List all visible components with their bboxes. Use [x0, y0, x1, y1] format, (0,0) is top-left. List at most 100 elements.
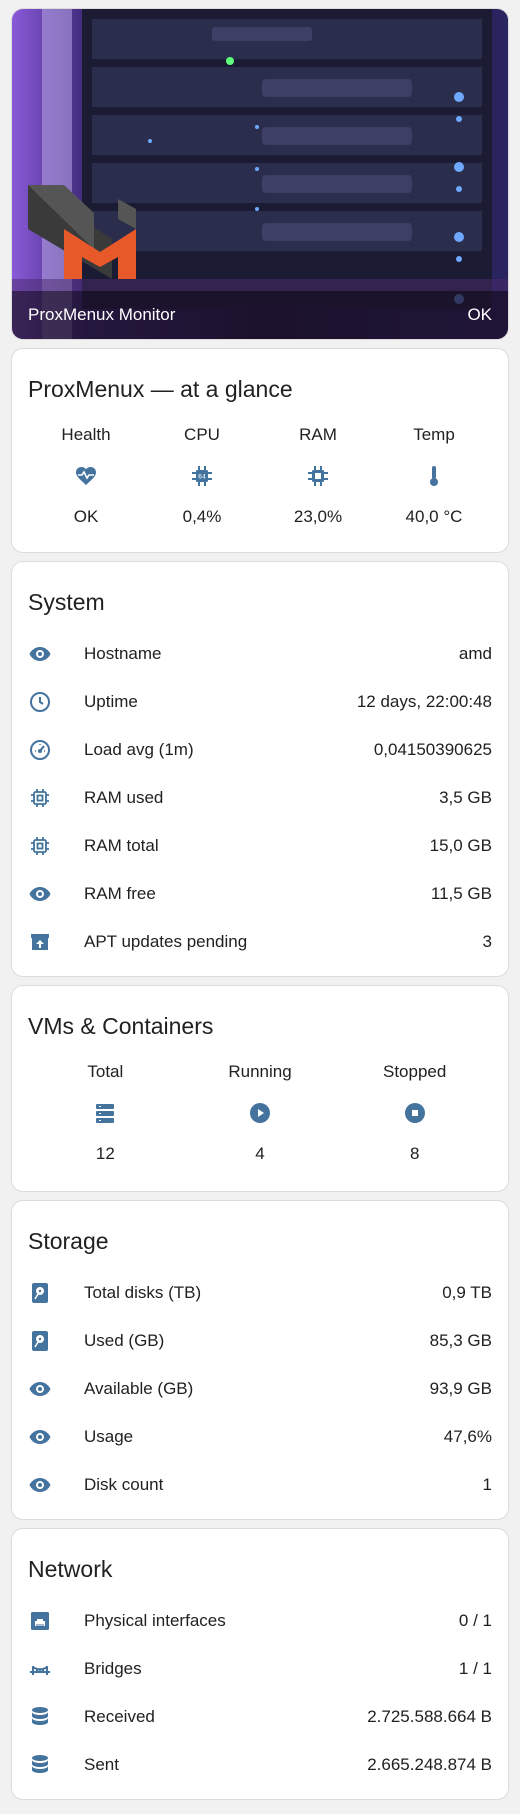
row-value: amd — [458, 644, 492, 663]
row-value: 15,0 GB — [429, 836, 492, 855]
hero-card[interactable]: ProxMenux Monitor OK — [11, 8, 509, 340]
row-label: APT updates pending — [84, 932, 248, 951]
glance-label: Temp — [413, 425, 455, 444]
row-label: Uptime — [84, 692, 138, 711]
row-physical-interfaces[interactable]: Physical interfaces 0 / 1 — [12, 1597, 508, 1645]
row-load-avg[interactable]: Load avg (1m) 0,04150390625 — [12, 726, 508, 774]
vm-running[interactable]: Running 4 — [183, 1060, 338, 1166]
vm-label: Total — [87, 1062, 124, 1081]
gauge-icon — [28, 738, 52, 762]
row-label: Disk count — [84, 1475, 164, 1494]
row-value: 12 days, 22:00:48 — [356, 692, 492, 711]
vm-stopped[interactable]: Stopped 8 — [337, 1060, 492, 1166]
row-hostname[interactable]: Hostname amd — [12, 630, 508, 678]
row-label: RAM used — [84, 788, 164, 807]
row-value: 0,9 TB — [442, 1283, 492, 1302]
card-title: Network — [28, 1556, 113, 1582]
thermometer-icon — [376, 447, 492, 505]
glance-temp[interactable]: Temp 40,0 °C — [376, 423, 492, 529]
clock-icon — [28, 690, 52, 714]
row-label: Sent — [84, 1755, 119, 1774]
database-icon — [28, 1753, 52, 1777]
row-ram-free[interactable]: RAM free 11,5 GB — [12, 870, 508, 918]
row-label: Hostname — [84, 644, 162, 663]
harddisk-icon — [28, 1329, 52, 1353]
row-label: Physical interfaces — [84, 1611, 226, 1630]
card-title: System — [28, 589, 105, 615]
row-value: 2.665.248.874 B — [367, 1755, 492, 1774]
storage-card: Storage Total disks (TB) 0,9 TB Used (GB… — [11, 1200, 509, 1520]
svg-text:64: 64 — [198, 474, 206, 481]
row-apt-updates[interactable]: APT updates pending 3 — [12, 918, 508, 966]
row-label: Bridges — [84, 1659, 142, 1678]
glance-cpu[interactable]: CPU 64 0,4% — [144, 423, 260, 529]
system-card: System Hostname amd Uptime 12 days, 22:0… — [11, 561, 509, 977]
cpu-chip-icon: 64 — [144, 447, 260, 505]
row-value: 3 — [482, 932, 492, 951]
heart-pulse-icon — [28, 447, 144, 505]
row-ram-total[interactable]: RAM total 15,0 GB — [12, 822, 508, 870]
card-title: VMs & Containers — [28, 1013, 214, 1039]
memory-chip-icon — [260, 447, 376, 505]
row-sent[interactable]: Sent 2.665.248.874 B — [12, 1741, 508, 1789]
package-up-icon — [28, 930, 52, 954]
row-used[interactable]: Used (GB) 85,3 GB — [12, 1317, 508, 1365]
vm-total[interactable]: Total 12 — [28, 1060, 183, 1166]
eye-icon — [28, 642, 52, 666]
glance-value: 23,0% — [293, 507, 343, 526]
row-available[interactable]: Available (GB) 93,9 GB — [12, 1365, 508, 1413]
chip-icon — [28, 786, 52, 810]
database-icon — [28, 1705, 52, 1729]
server-icon — [28, 1084, 183, 1142]
row-label: Available (GB) — [84, 1379, 194, 1398]
glance-ram[interactable]: RAM 23,0% — [260, 423, 376, 529]
play-circle-icon — [183, 1084, 338, 1142]
row-label: Received — [84, 1707, 155, 1726]
row-value: 0 / 1 — [458, 1611, 492, 1630]
row-value: 85,3 GB — [429, 1331, 492, 1350]
glance-label: Health — [61, 425, 111, 444]
row-value: 2.725.588.664 B — [367, 1707, 492, 1726]
row-uptime[interactable]: Uptime 12 days, 22:00:48 — [12, 678, 508, 726]
row-label: RAM free — [84, 884, 156, 903]
row-total-disks[interactable]: Total disks (TB) 0,9 TB — [12, 1269, 508, 1317]
row-disk-count[interactable]: Disk count 1 — [12, 1461, 508, 1509]
row-value: 1 / 1 — [458, 1659, 492, 1678]
row-value: 3,5 GB — [439, 788, 492, 807]
hero-title: ProxMenux Monitor — [28, 305, 176, 324]
row-bridges[interactable]: Bridges 1 / 1 — [12, 1645, 508, 1693]
vm-value: 12 — [95, 1144, 115, 1163]
row-label: Used (GB) — [84, 1331, 165, 1350]
eye-icon — [28, 882, 52, 906]
vms-card: VMs & Containers Total 12 Running 4 Stop… — [11, 985, 509, 1192]
hero-status: OK — [467, 305, 492, 324]
card-title: Storage — [28, 1228, 109, 1254]
row-value: 11,5 GB — [430, 884, 492, 903]
stop-circle-icon — [337, 1084, 492, 1142]
eye-icon — [28, 1377, 52, 1401]
row-value: 0,04150390625 — [373, 740, 492, 759]
row-received[interactable]: Received 2.725.588.664 B — [12, 1693, 508, 1741]
bridge-icon — [28, 1657, 52, 1681]
glance-value: OK — [73, 507, 99, 526]
vm-value: 4 — [255, 1144, 265, 1163]
row-ram-used[interactable]: RAM used 3,5 GB — [12, 774, 508, 822]
card-title: ProxMenux — at a glance — [28, 376, 293, 402]
row-label: Usage — [84, 1427, 134, 1446]
chip-icon — [28, 834, 52, 858]
glance-card: ProxMenux — at a glance Health OK CPU 64… — [11, 348, 509, 553]
glance-value: 40,0 °C — [405, 507, 463, 526]
vm-value: 8 — [409, 1144, 420, 1163]
eye-icon — [28, 1425, 52, 1449]
glance-label: CPU — [184, 425, 220, 444]
ethernet-icon — [28, 1609, 52, 1633]
row-value: 47,6% — [443, 1427, 492, 1446]
row-usage[interactable]: Usage 47,6% — [12, 1413, 508, 1461]
vm-label: Stopped — [383, 1062, 447, 1081]
glance-value: 0,4% — [182, 507, 222, 526]
harddisk-icon — [28, 1281, 52, 1305]
glance-label: RAM — [299, 425, 337, 444]
row-value: 93,9 GB — [429, 1379, 492, 1398]
glance-health[interactable]: Health OK — [28, 423, 144, 529]
eye-icon — [28, 1473, 52, 1497]
